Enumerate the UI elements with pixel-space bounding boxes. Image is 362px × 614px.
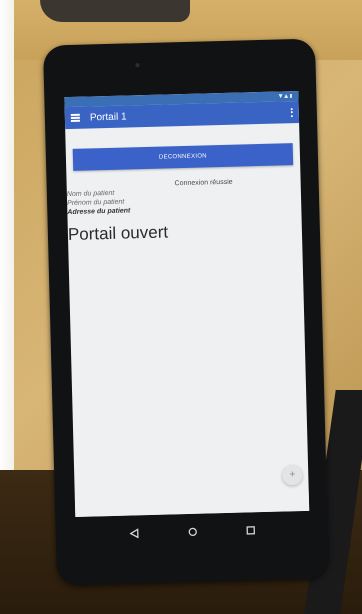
background-cable <box>40 0 190 22</box>
app-bar: Portail 1 <box>64 100 300 130</box>
screen-bottom <box>74 490 310 517</box>
recents-button[interactable] <box>244 523 258 537</box>
add-fab-button[interactable]: + <box>282 465 303 486</box>
home-icon <box>188 527 197 537</box>
system-nav-bar <box>75 517 310 547</box>
add-icon: + <box>289 469 296 481</box>
menu-button[interactable] <box>70 113 90 122</box>
phone-device: ▼ ▲ ▮ Portail 1 DECONNEXION Connexion ré… <box>42 38 330 586</box>
logout-button[interactable]: DECONNEXION <box>72 143 294 171</box>
home-button[interactable] <box>186 525 200 539</box>
back-icon <box>129 528 139 539</box>
status-icons: ▼ ▲ ▮ <box>278 93 293 100</box>
main-content: DECONNEXION Connexion réussie Nom du pat… <box>66 143 302 245</box>
app-screen: ▼ ▲ ▮ Portail 1 DECONNEXION Connexion ré… <box>64 90 310 517</box>
app-title: Portail 1 <box>89 110 127 123</box>
back-button[interactable] <box>128 526 142 540</box>
overflow-menu-icon <box>290 107 293 117</box>
overflow-menu-button[interactable] <box>290 107 293 117</box>
recents-icon <box>246 526 255 535</box>
phone-camera <box>135 63 140 68</box>
portal-status-text: Portail ouvert <box>67 222 169 245</box>
menu-icon <box>70 113 80 122</box>
